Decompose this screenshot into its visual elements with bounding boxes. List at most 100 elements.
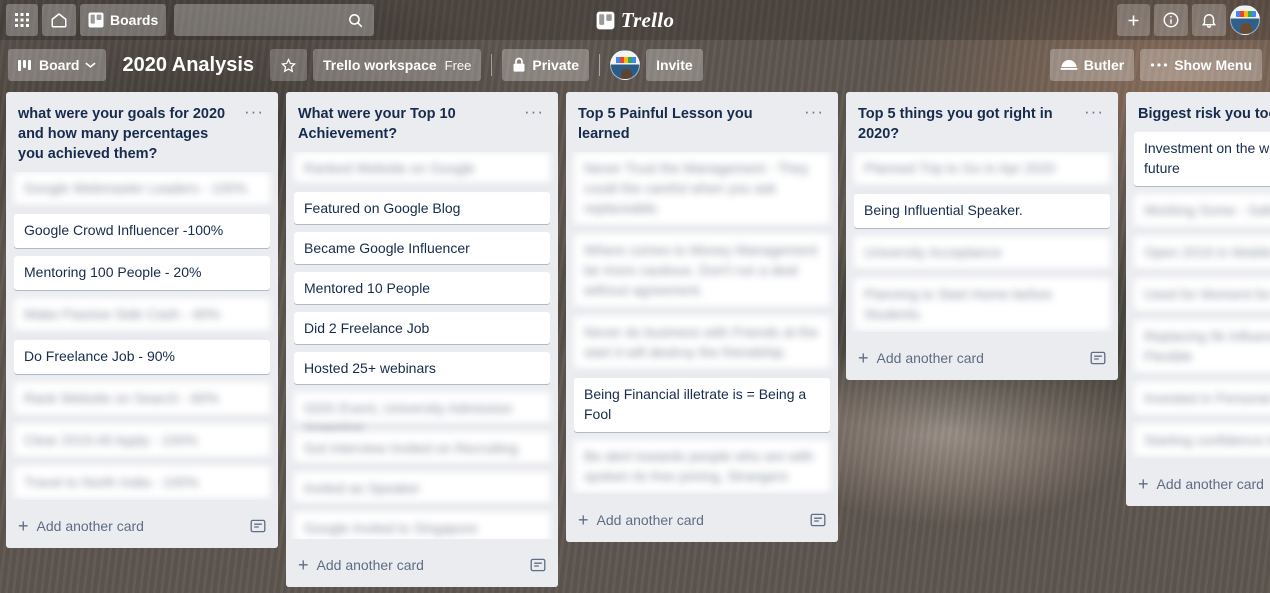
list-menu-ellipsis-icon[interactable]: ··· [1080,103,1108,120]
list[interactable]: What were your Top 10 Achievement? ··· Ran… [286,92,558,587]
search-icon [347,12,364,29]
card[interactable]: Where comes to Money Management be more … [574,234,830,308]
show-menu-button[interactable]: Show Menu [1140,49,1262,81]
add-card-button[interactable]: + Add another card [10,508,274,544]
avatar[interactable] [1230,5,1260,35]
list-title[interactable]: What were your Top 10 Achievement? [298,104,514,144]
home-icon[interactable] [42,4,76,36]
card[interactable]: Used for Moment for socializing more [1134,278,1270,312]
card[interactable]: Google Webmaster Leaders - 100% [14,172,270,206]
list-menu-ellipsis-icon[interactable]: ··· [240,103,268,120]
trello-wordmark: Trello [620,7,675,32]
search-input[interactable] [174,4,375,36]
notifications-bell-icon[interactable] [1192,4,1226,36]
card[interactable]: Rank Website on Search - 80% [14,382,270,416]
add-card-button[interactable]: + Add another card [850,340,1114,376]
card[interactable]: Invited as Speaker [294,472,550,504]
card[interactable]: Got Interview Invited on Recruiting [294,432,550,464]
card[interactable]: Featured on Google Blog [294,192,550,224]
visibility-button[interactable]: Private [502,49,590,81]
add-card-button[interactable]: + Add another card [290,547,554,583]
card[interactable]: University Acceptance [854,236,1110,270]
board-lists-container[interactable]: what were your goals for 2020 and how ma… [0,90,1270,593]
butler-icon [1060,58,1078,72]
plus-icon: + [578,510,589,530]
list[interactable]: Top 5 Painful Lesson you learned ··· Never… [566,92,838,542]
global-header: Boards Trello [0,0,1270,40]
card[interactable]: Mentored 10 People [294,272,550,304]
card[interactable]: Did 2 Freelance Job [294,312,550,344]
card[interactable]: Planning to Start Home before Students. [854,278,1110,332]
card[interactable]: Open 2019 in Mobile [1134,236,1270,270]
list-cards: Never Trust the Management - They could … [570,152,834,494]
workspace-plan-badge: Free [444,57,472,73]
add-card-button[interactable]: + Add another card [570,502,834,538]
show-menu-label: Show Menu [1174,57,1252,73]
card[interactable]: Invested in Personal Concepts [1134,382,1270,416]
card[interactable]: Starting confidence to Buy a Home [1134,424,1270,458]
board-view-icon [18,59,33,72]
workspace-name: Trello workspace [323,57,437,73]
card[interactable]: Planned Trip to Go in Apr 2020 [854,152,1110,186]
board-member-avatar[interactable] [610,50,641,80]
board-header: Board 2020 Analysis Trello workspace Fre… [0,40,1270,90]
card[interactable]: Never Trust the Management - They could … [574,152,830,226]
plus-icon: + [1138,474,1149,494]
visibility-label: Private [532,57,580,73]
card[interactable]: Google Invited to Singapore [294,512,550,539]
card[interactable]: Ranked Website on Google [294,152,550,184]
list-cards: Google Webmaster Leaders - 100% Google Cr… [10,172,274,500]
plus-icon: + [18,516,29,536]
card[interactable]: Being Financial illetrate is = Being a F… [574,378,830,432]
list[interactable]: Biggest risk you took···Investment on th… [1126,92,1270,506]
list-title[interactable]: Biggest risk you took [1138,104,1270,124]
butler-button[interactable]: Butler [1049,49,1135,81]
list[interactable]: what were your goals for 2020 and how ma… [6,92,278,548]
board-icon [88,12,104,28]
card[interactable]: Google Crowd Influencer -100% [14,214,270,248]
card[interactable]: Be alert towards people who are with spo… [574,440,830,494]
list-title[interactable]: Top 5 Painful Lesson you learned [578,104,794,144]
boards-button[interactable]: Boards [80,4,167,36]
board-view-label: Board [39,57,80,73]
page-title[interactable]: 2020 Analysis [112,49,264,81]
card[interactable]: Mentoring 100 People - 20% [14,256,270,290]
star-button[interactable] [270,49,308,81]
card-template-icon[interactable] [810,512,826,528]
add-icon[interactable] [1117,4,1150,36]
card[interactable]: Became Google Influencer [294,232,550,264]
card[interactable]: Do Freelance Job - 90% [14,340,270,374]
invite-button[interactable]: Invite [646,49,703,81]
list-title[interactable]: what were your goals for 2020 and how ma… [18,104,234,164]
add-card-label: Add another card [876,350,984,366]
card-template-icon[interactable] [530,557,546,573]
card-template-icon[interactable] [1090,350,1106,366]
card[interactable]: Travel to North India - 100% [14,466,270,500]
list-menu-ellipsis-icon[interactable]: ··· [800,103,828,120]
card-template-icon[interactable] [250,518,266,534]
card[interactable]: Make Passive Side Cash - 40% [14,298,270,332]
list-cards: Investment on the web foreseeing the fut… [1130,132,1270,458]
card[interactable]: Working Some - Safe [1134,194,1270,228]
card[interactable]: Hosted 25+ webinars [294,352,550,384]
add-card-label: Add another card [596,512,704,528]
board-view-switcher[interactable]: Board [8,49,107,81]
add-card-label: Add another card [316,557,424,573]
list[interactable]: Top 5 things you got right in 2020? ··· Pl… [846,92,1118,380]
card[interactable]: Clear 2019 All Apply - 100% [14,424,270,458]
info-icon[interactable] [1154,4,1188,36]
card[interactable]: Never do business with Friends at the st… [574,316,830,370]
star-icon [280,57,297,74]
ellipsis-icon [1150,62,1168,68]
card[interactable]: Replacing 5k Influencer Agent, Flexible [1134,320,1270,374]
card[interactable]: Being Influential Speaker. [854,194,1110,228]
list-header: Top 5 Painful Lesson you learned ··· [570,98,834,152]
add-card-button[interactable]: + Add another card [1130,466,1270,502]
list-title[interactable]: Top 5 things you got right in 2020? [858,104,1074,144]
list-menu-ellipsis-icon[interactable]: ··· [520,103,548,120]
trello-logo-icon [596,11,615,30]
apps-grid-icon[interactable] [6,4,38,36]
card[interactable]: GDG Event, University Admission Snapshot [294,392,550,436]
workspace-button[interactable]: Trello workspace Free [313,49,482,81]
card[interactable]: Investment on the web foreseeing the fut… [1134,132,1270,186]
